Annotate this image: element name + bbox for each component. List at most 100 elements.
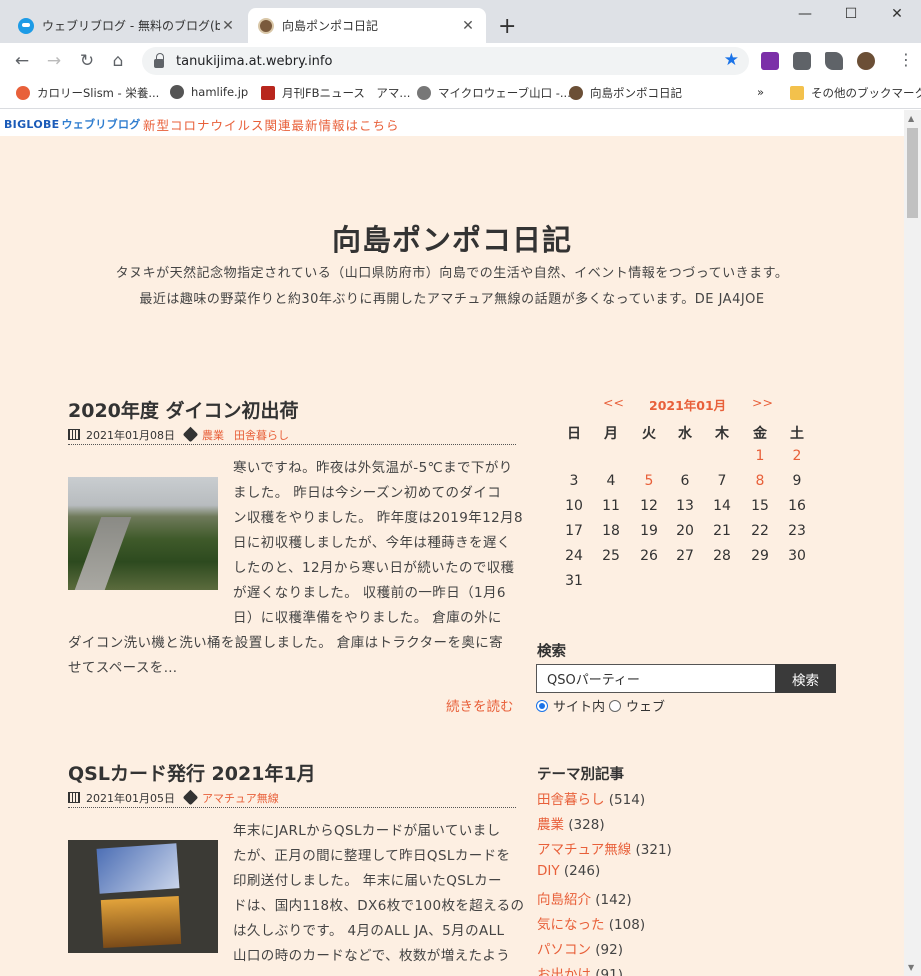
tab-pompoko[interactable]: 向島ポンポコ日記 ✕ [248, 8, 486, 43]
onenote-extension-icon[interactable] [761, 52, 779, 70]
bookmark-label: カロリーSlism - 栄養... [37, 86, 160, 100]
theme-count: (108) [604, 917, 646, 933]
theme-link[interactable]: DIY [537, 863, 560, 879]
close-icon[interactable]: ✕ [460, 18, 476, 34]
post-meta: 2021年01月05日 アマチュア無線 [68, 788, 516, 808]
category-link[interactable]: 農業 [202, 427, 224, 443]
calendar-day[interactable]: 8 [745, 473, 775, 489]
site-title[interactable]: 向島ポンポコ日記 [0, 217, 904, 259]
page-scrollbar[interactable]: ▲ ▼ [904, 110, 921, 976]
theme-count: (91) [591, 967, 624, 976]
theme-link[interactable]: 農業 [537, 817, 564, 833]
close-icon[interactable]: ✕ [220, 18, 236, 34]
post-excerpt: 年末にJARLからQSLカードが届いていまし たが、正月の間に整理して昨日QSL… [233, 823, 525, 964]
radio-site[interactable] [536, 699, 548, 712]
scroll-down-icon[interactable]: ▼ [908, 963, 914, 972]
theme-link[interactable]: 田舎暮らし [537, 792, 605, 808]
calendar-icon [68, 429, 80, 440]
lock-icon [154, 52, 164, 68]
calendar-weekday: 火 [642, 426, 656, 442]
calendar-day: 11 [602, 498, 620, 514]
bookmark-label: 月刊FBニュース アマ... [282, 86, 411, 100]
scroll-up-icon[interactable]: ▲ [908, 114, 914, 123]
bookmark-label: その他のブックマーク [811, 86, 921, 100]
other-bookmarks[interactable]: その他のブックマーク [790, 85, 921, 101]
theme-link[interactable]: 向島紹介 [537, 892, 591, 908]
site-description: タヌキが天然記念物指定されている（山口県防府市）向島での生活や自然、イベント情報… [115, 266, 789, 281]
theme-item: 気になった (108) [537, 913, 645, 933]
page-content: BIGLOBE ウェブリブログ 新型コロナウイルス関連最新情報はこちら 向島ポンポ… [0, 110, 904, 976]
search-scope: サイト内 ウェブ [536, 696, 665, 715]
theme-item: お出かけ (91) [537, 963, 623, 976]
theme-item: パソコン (92) [537, 938, 623, 958]
window-close-icon[interactable]: ✕ [882, 6, 912, 22]
category-link[interactable]: 田舎暮らし [234, 427, 289, 443]
bookmark-star-icon[interactable]: ★ [724, 50, 739, 70]
bookmarks-overflow[interactable]: » [757, 85, 764, 99]
calendar-day[interactable]: 2 [782, 448, 812, 464]
calendar-weekday: 木 [715, 426, 729, 442]
tab-webryblog[interactable]: ウェブリブログ - 無料のブログ(blog)サ ✕ [8, 8, 246, 43]
scroll-thumb[interactable] [907, 128, 918, 218]
reload-icon[interactable]: ↻ [77, 51, 97, 71]
read-more-link[interactable]: 続きを読む [446, 695, 514, 715]
calendar-day: 29 [751, 548, 769, 564]
puzzle-extensions-icon[interactable] [825, 52, 843, 70]
calendar-icon [68, 792, 80, 803]
bookmark-item[interactable]: 向島ポンポコ日記 [569, 85, 682, 101]
calendar-weekday: 金 [753, 426, 767, 442]
search-input[interactable]: QSOパーティー [536, 664, 776, 693]
bookmark-item[interactable]: hamlife.jp [170, 85, 248, 99]
new-tab-icon[interactable]: + [498, 14, 516, 39]
bookmark-item[interactable]: マイクロウェーブ山口 -... [417, 85, 571, 101]
back-icon[interactable]: ← [12, 51, 32, 71]
theme-link[interactable]: 気になった [537, 917, 605, 933]
calendar-day: 10 [565, 498, 583, 514]
radio-web-label: ウェブ [626, 700, 666, 715]
maximize-icon[interactable]: ☐ [836, 6, 866, 22]
calendar-day: 17 [565, 523, 583, 539]
slism-icon [16, 86, 30, 100]
calendar-next-link[interactable]: >> [752, 395, 773, 410]
post-date: 2021年01月05日 [86, 791, 175, 805]
bookmark-item[interactable]: 月刊FBニュース アマ... [261, 85, 410, 101]
post-title[interactable]: 2020年度 ダイコン初出荷 [68, 396, 299, 423]
biglobe-logo[interactable]: BIGLOBE ウェブリブログ [4, 116, 141, 132]
minimize-icon[interactable]: — [790, 6, 820, 22]
covid-info-link[interactable]: 新型コロナウイルス関連最新情報はこちら [143, 115, 400, 134]
calendar-day[interactable]: 1 [745, 448, 775, 464]
search-button[interactable]: 検索 [775, 664, 836, 693]
address-bar[interactable]: tanukijima.at.webry.info ★ [142, 47, 749, 75]
post-title[interactable]: QSLカード発行 2021年1月 [68, 759, 316, 786]
theme-link[interactable]: お出かけ [537, 967, 591, 976]
theme-item: 向島紹介 (142) [537, 888, 632, 908]
theme-count: (92) [591, 942, 624, 958]
theme-item: 田舎暮らし (514) [537, 788, 645, 808]
category-link[interactable]: アマチュア無線 [202, 790, 279, 806]
calendar-day: 31 [565, 573, 583, 589]
fb-news-icon [261, 86, 275, 100]
bookmark-label: 向島ポンポコ日記 [590, 86, 682, 100]
calendar-day: 22 [751, 523, 769, 539]
theme-link[interactable]: パソコン [537, 942, 591, 958]
microwave-icon [417, 86, 431, 100]
post-meta: 2021年01月08日 農業 田舎暮らし [68, 425, 516, 445]
calendar-prev-link[interactable]: << [603, 395, 624, 410]
home-icon[interactable]: ⌂ [108, 51, 128, 71]
forward-icon[interactable]: → [44, 51, 64, 71]
calendar-month[interactable]: 2021年01月 [649, 395, 726, 414]
calendar-day: 16 [788, 498, 806, 514]
calendar-day: 23 [788, 523, 806, 539]
calendar-day: 9 [792, 473, 802, 489]
calendar-day: 19 [640, 523, 658, 539]
calendar-day: 27 [676, 548, 694, 564]
post-date: 2021年01月08日 [86, 428, 175, 442]
theme-count: (328) [564, 817, 605, 833]
profile-avatar-icon[interactable] [857, 52, 875, 70]
theme-link[interactable]: アマチュア無線 [537, 842, 631, 858]
menu-dots-icon[interactable]: ⋮ [898, 50, 914, 69]
extension-icon[interactable] [793, 52, 811, 70]
bookmark-item[interactable]: カロリーSlism - 栄養... [16, 85, 159, 101]
radio-web[interactable] [609, 699, 622, 712]
calendar-day[interactable]: 5 [634, 473, 664, 489]
